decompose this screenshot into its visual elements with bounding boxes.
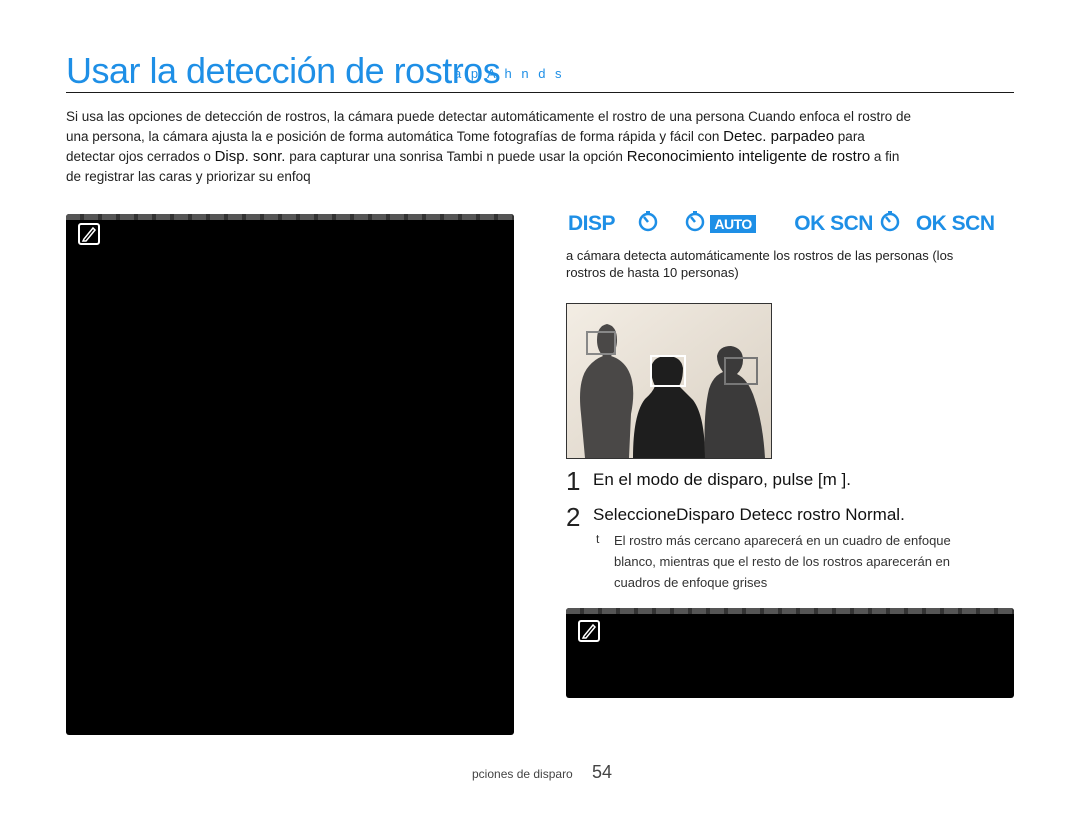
step-number: 2: [566, 502, 581, 532]
scn-mode-icon: OK SCN: [794, 211, 873, 235]
mode-icons-bar: DISP AUTO OK SCN OK SCN: [568, 210, 995, 240]
intro-keyword-blink: Detec. parpadeo: [723, 128, 835, 145]
disp-mode-icon: DISP: [568, 211, 616, 235]
scn-mode-icon: OK SCN: [915, 211, 995, 235]
note-box-left: [66, 214, 514, 735]
auto-mode-icon: AUTO: [710, 214, 756, 233]
title-mode-icons: a p A h n d s: [454, 66, 565, 81]
intro-paragraph: Si usa las opciones de detección de rost…: [66, 107, 916, 187]
timer-icon: [684, 210, 706, 237]
bullet-text: El rostro más cercano aparecerá en un cu…: [614, 533, 951, 590]
note-box-right-body: [573, 615, 1007, 691]
step-text: SeleccioneDisparo Detecc rostro Normal.: [593, 505, 905, 524]
timer-icon: [879, 210, 901, 237]
note-box-right: [566, 608, 1014, 698]
timer-icon: [637, 210, 659, 237]
page-title: Usar la detección de rostros: [66, 50, 501, 91]
bullet-marker: t: [596, 532, 600, 546]
step-number: 1: [566, 466, 581, 496]
footer-section-label: pciones de disparo: [472, 767, 573, 781]
face-detection-photo: [566, 303, 772, 459]
intro-keyword-smile: Disp. sonr.: [214, 148, 286, 165]
feature-description: a cámara detecta automáticamente los ros…: [566, 248, 954, 280]
intro-keyword-recognition: Reconocimiento inteligente de rostro: [626, 148, 871, 165]
step-text: En el modo de disparo, pulse [m ].: [593, 470, 851, 489]
note-box-left-body: [73, 221, 507, 728]
note-icon: [578, 620, 600, 642]
note-icon: [78, 223, 100, 245]
title-divider: [66, 92, 1014, 93]
intro-text-3: para capturar una sonrisa Tambi n puede …: [285, 149, 627, 164]
page-number: 54: [592, 762, 613, 782]
